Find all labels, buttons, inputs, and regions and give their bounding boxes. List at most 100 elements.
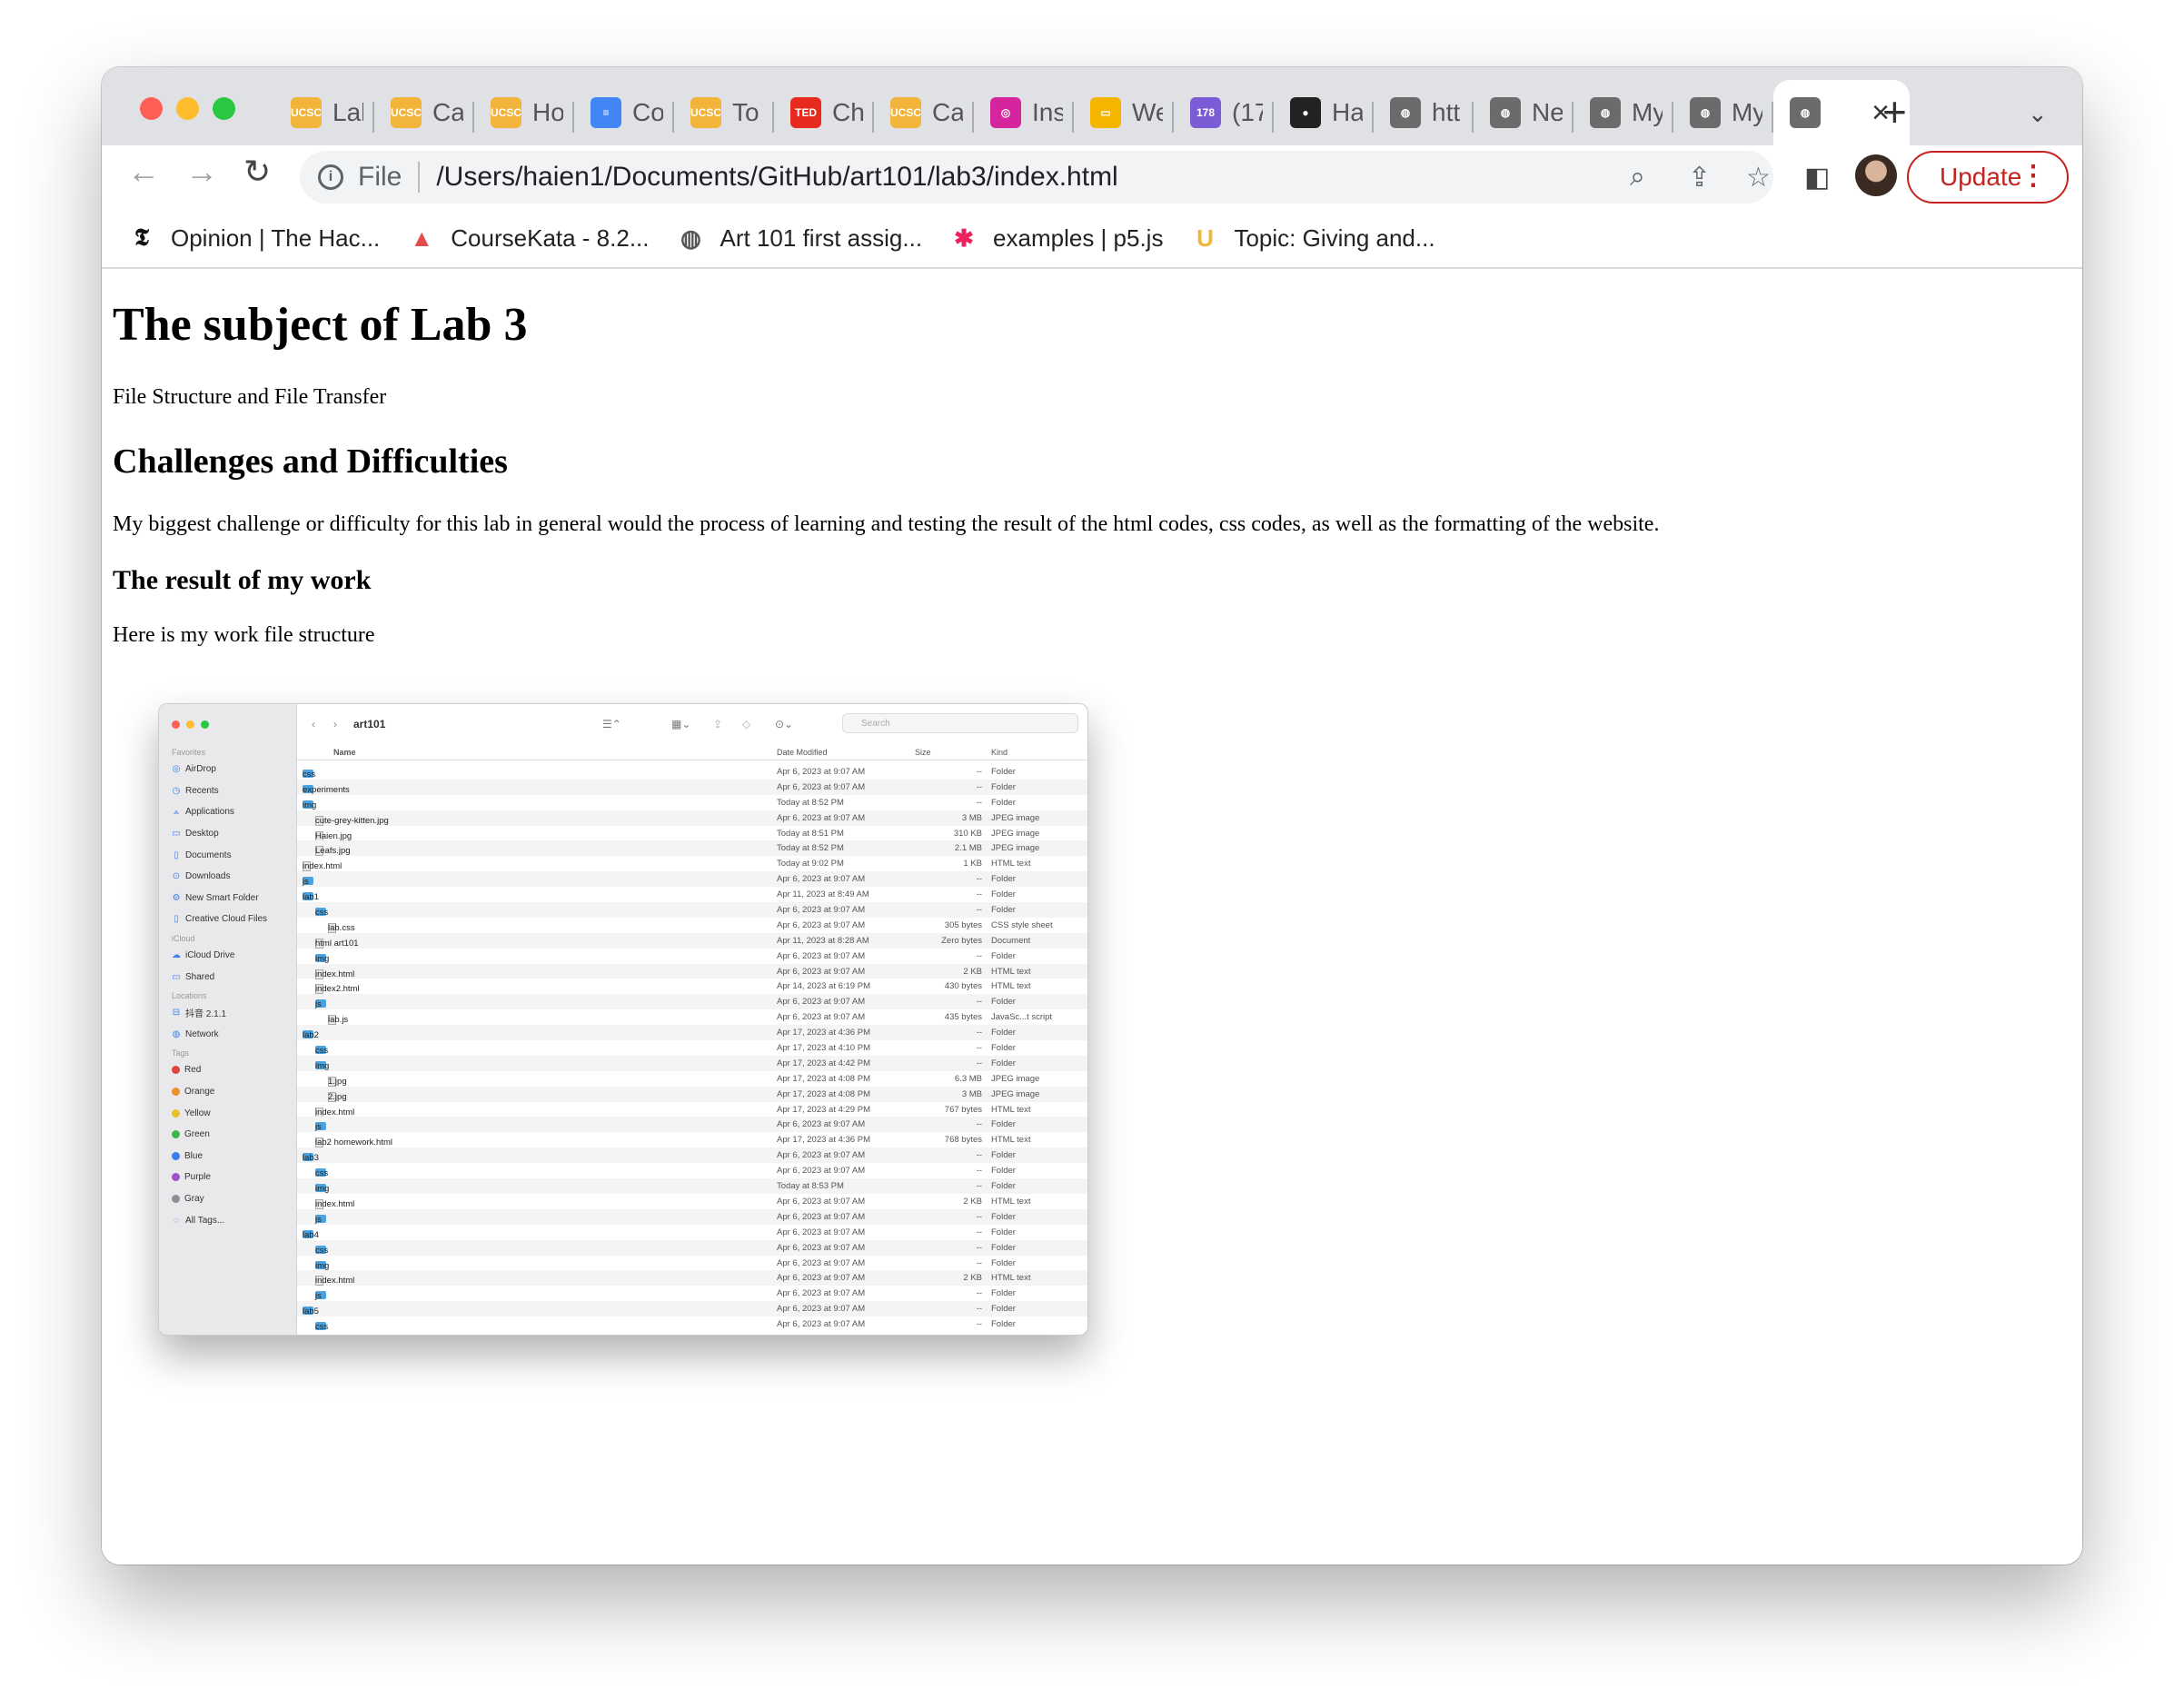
finder-row-kind: Folder: [991, 1058, 1016, 1068]
finder-row: ›cssApr 17, 2023 at 4:10 PM--Folder: [297, 1040, 1087, 1056]
finder-row-name: js: [315, 999, 322, 1010]
zoom-icon[interactable]: ⌕: [1630, 162, 1645, 193]
tab[interactable]: 178 (17: [1174, 80, 1274, 145]
zoom-window-button[interactable]: [213, 97, 235, 120]
finder-sidebar-item: ▭ Shared: [159, 966, 296, 988]
finder-row-date: Today at 9:02 PM: [777, 859, 844, 869]
finder-row-name: 1.jpg: [328, 1076, 347, 1087]
tab[interactable]: ◍ htt: [1374, 80, 1474, 145]
finder-window-controls: [172, 720, 209, 729]
finder-sidebar-section: iCloud: [172, 933, 195, 943]
minimize-window-button[interactable]: [176, 97, 199, 120]
avatar[interactable]: [1855, 154, 1897, 196]
finder-row-date: Apr 11, 2023 at 8:49 AM: [777, 889, 869, 900]
finder-row: index.html Apr 6, 2023 at 9:07 AM 2 KB HTML…: [297, 1194, 1087, 1209]
address-bar[interactable]: i File /Users/haien1/Documents/GitHub/ar…: [300, 151, 1773, 204]
finder-row-size: 3 MB: [961, 1088, 982, 1099]
result-heading: The result of my work: [113, 565, 372, 595]
finder-sidebar-label: Recents: [185, 785, 219, 796]
close-window-button[interactable]: [140, 97, 163, 120]
finder-row-kind: Folder: [991, 950, 1016, 961]
finder-row-name: img: [315, 1260, 330, 1271]
finder-sidebar-label: Desktop: [185, 829, 219, 840]
tab[interactable]: ◍ Ne: [1474, 80, 1573, 145]
finder-row-size: --: [976, 1028, 982, 1038]
tab[interactable]: UCSC To: [674, 80, 774, 145]
tab[interactable]: UCSC Lab: [274, 80, 374, 145]
star-icon[interactable]: ☆: [1746, 162, 1771, 194]
tab-title: Ne: [1532, 98, 1563, 126]
tab-favicon-icon: UCSC: [890, 97, 921, 128]
finder-row-size: --: [976, 1319, 982, 1330]
finder-row-size: --: [976, 1242, 982, 1253]
finder-sidebar-label: iCloud Drive: [185, 950, 235, 961]
finder-row-date: Apr 6, 2023 at 9:07 AM: [777, 919, 866, 930]
site-info-icon[interactable]: i: [318, 164, 343, 190]
finder-row-kind: Folder: [991, 874, 1016, 885]
tab-favicon-icon: ◎: [990, 97, 1021, 128]
side-panel-icon[interactable]: ◧: [1804, 162, 1830, 194]
tab[interactable]: UCSC Ho: [474, 80, 574, 145]
finder-row: ⌄lab4Apr 6, 2023 at 9:07 AM--Folder: [297, 1225, 1087, 1240]
finder-row-name: img: [315, 1060, 330, 1071]
globe-icon: ◍: [1790, 97, 1821, 128]
finder-row-size: 310 KB: [953, 828, 982, 839]
address-url[interactable]: /Users/haien1/Documents/GitHub/art101/la…: [436, 162, 1117, 193]
finder-sidebar-label: Creative Cloud Files: [185, 914, 268, 925]
finder-sidebar-icon: ⊙: [172, 871, 181, 882]
bookmark-icon: U: [1196, 224, 1214, 252]
tag-color-icon: [172, 1194, 180, 1203]
reload-icon[interactable]: ↻: [243, 153, 271, 191]
finder-row-name: index.html: [315, 969, 355, 979]
tab[interactable]: ◍ My: [1573, 80, 1673, 145]
finder-row: 1.jpg Apr 17, 2023 at 4:08 PM 6.3 MB JPEG i…: [297, 1071, 1087, 1087]
finder-row-date: Apr 17, 2023 at 4:08 PM: [777, 1073, 870, 1084]
tab-search-chevron-icon[interactable]: ⌄: [2028, 100, 2048, 128]
bookmark-item[interactable]: ✱ examples | p5.js: [951, 224, 1163, 253]
tab[interactable]: UCSC Ca: [874, 80, 974, 145]
tab[interactable]: TED Ch: [774, 80, 874, 145]
finder-row-size: --: [976, 1288, 982, 1299]
finder-row-name: lab3: [303, 1153, 319, 1164]
tab[interactable]: ≡ Co: [574, 80, 674, 145]
finder-row: ⌄imgApr 6, 2023 at 9:07 AM--Folder: [297, 949, 1087, 964]
forward-arrow-icon[interactable]: →: [185, 153, 218, 191]
finder-row-size: Zero bytes: [941, 935, 982, 946]
bookmark-item[interactable]: 𝕿 Opinion | The Hac...: [129, 224, 380, 253]
finder-row-size: --: [976, 1211, 982, 1222]
update-button[interactable]: Update ⋮: [1907, 151, 2069, 204]
finder-sidebar-label: New Smart Folder: [185, 892, 259, 903]
finder-row-date: Apr 17, 2023 at 4:42 PM: [777, 1058, 870, 1068]
finder-sidebar: Favorites ◎ AirDrop ◷ Recents ⟑ Applications ▭ D…: [159, 704, 297, 1335]
bookmark-item[interactable]: U Topic: Giving and...: [1192, 224, 1435, 253]
tab[interactable]: UCSC Ca: [374, 80, 474, 145]
finder-row-name: experiments: [303, 784, 350, 795]
finder-row-name: Leafs.jpg: [315, 846, 351, 857]
back-arrow-icon[interactable]: ←: [127, 153, 160, 191]
finder-sidebar-label: Orange: [184, 1087, 215, 1098]
tab[interactable]: ◎ Ins: [974, 80, 1074, 145]
finder-search-input: Search: [842, 713, 1078, 733]
share-icon[interactable]: ⇪: [1688, 162, 1711, 194]
tab-favicon-icon: TED: [790, 97, 821, 128]
menu-dots-icon[interactable]: ⋮: [2020, 160, 2047, 192]
finder-row: ›cssApr 6, 2023 at 9:07 AM--Folder: [297, 1316, 1087, 1332]
finder-row: index2.html Apr 14, 2023 at 6:19 PM 430 by…: [297, 979, 1087, 995]
finder-row-kind: Folder: [991, 1319, 1016, 1330]
finder-row-name: img: [303, 800, 317, 810]
new-tab-button[interactable]: +: [1882, 87, 1907, 136]
tab[interactable]: ◍ My: [1673, 80, 1773, 145]
bookmarks-bar: 𝕿 Opinion | The Hac... ▲ CourseKata - 8.2..…: [102, 209, 2082, 269]
tab[interactable]: ▭ We: [1074, 80, 1174, 145]
finder-row: html art101 Apr 11, 2023 at 8:28 AM Zero b…: [297, 932, 1087, 949]
tab[interactable]: ● Ha: [1274, 80, 1374, 145]
finder-sidebar-label: Purple: [184, 1172, 211, 1183]
bookmark-item[interactable]: ◍ Art 101 first assig...: [679, 224, 922, 253]
finder-row-date: Apr 6, 2023 at 9:07 AM: [777, 1242, 866, 1253]
finder-row-kind: Folder: [991, 781, 1016, 792]
finder-row-size: --: [976, 1227, 982, 1237]
bookmark-item[interactable]: ▲ CourseKata - 8.2...: [409, 224, 649, 253]
finder-row-kind: HTML text: [991, 1135, 1031, 1146]
finder-row: ›jsApr 6, 2023 at 9:07 AM--Folder: [297, 871, 1087, 887]
tab-title: My: [1732, 98, 1762, 126]
